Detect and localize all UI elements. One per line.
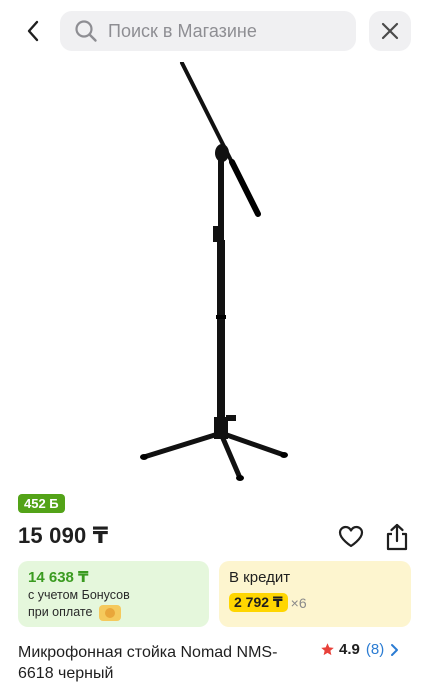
top-bar: Поиск в Магазине <box>0 0 429 62</box>
microphone-stand-image <box>140 61 288 481</box>
heart-icon <box>338 525 364 548</box>
credit-times: ×6 <box>290 594 307 611</box>
bonus-price: 14 638 ₸ <box>28 569 89 586</box>
chevron-left-icon <box>27 20 39 42</box>
bonus-badge: 452 Б <box>18 494 65 513</box>
back-button[interactable] <box>18 16 48 46</box>
credit-card[interactable]: В кредит 2 792 ₸ ×6 <box>219 561 411 627</box>
search-icon <box>75 20 97 42</box>
favorite-button[interactable] <box>336 522 366 552</box>
close-button[interactable] <box>369 11 411 51</box>
close-icon <box>381 22 399 40</box>
chevron-right-icon <box>391 643 399 656</box>
credit-amount: 2 792 ₸ <box>229 593 288 612</box>
share-button[interactable] <box>382 521 412 553</box>
search-input[interactable]: Поиск в Магазине <box>60 11 356 51</box>
bonus-price-card[interactable]: 14 638 ₸ с учетом Бонусов при оплате <box>18 561 209 627</box>
bonus-line-1: с учетом Бонусов <box>28 588 130 602</box>
credit-label: В кредит <box>229 569 291 586</box>
product-title: Микрофонная стойка Nomad NMS-6618 черный <box>18 644 278 682</box>
rating-value: 4.9 <box>339 641 360 658</box>
bonus-line-2-row: при оплате <box>28 604 199 621</box>
product-image[interactable] <box>0 61 429 487</box>
product-price: 15 090 ₸ <box>18 523 109 548</box>
bonus-coin-icon <box>98 604 121 621</box>
bonus-line-2: при оплате <box>28 605 93 619</box>
share-icon <box>386 523 408 551</box>
reviews-count: (8) <box>365 641 385 658</box>
rating-link[interactable]: 4.9 (8) <box>320 641 399 658</box>
search-placeholder: Поиск в Магазине <box>108 20 257 41</box>
credit-row: 2 792 ₸ ×6 <box>229 593 401 612</box>
star-icon <box>321 643 334 656</box>
